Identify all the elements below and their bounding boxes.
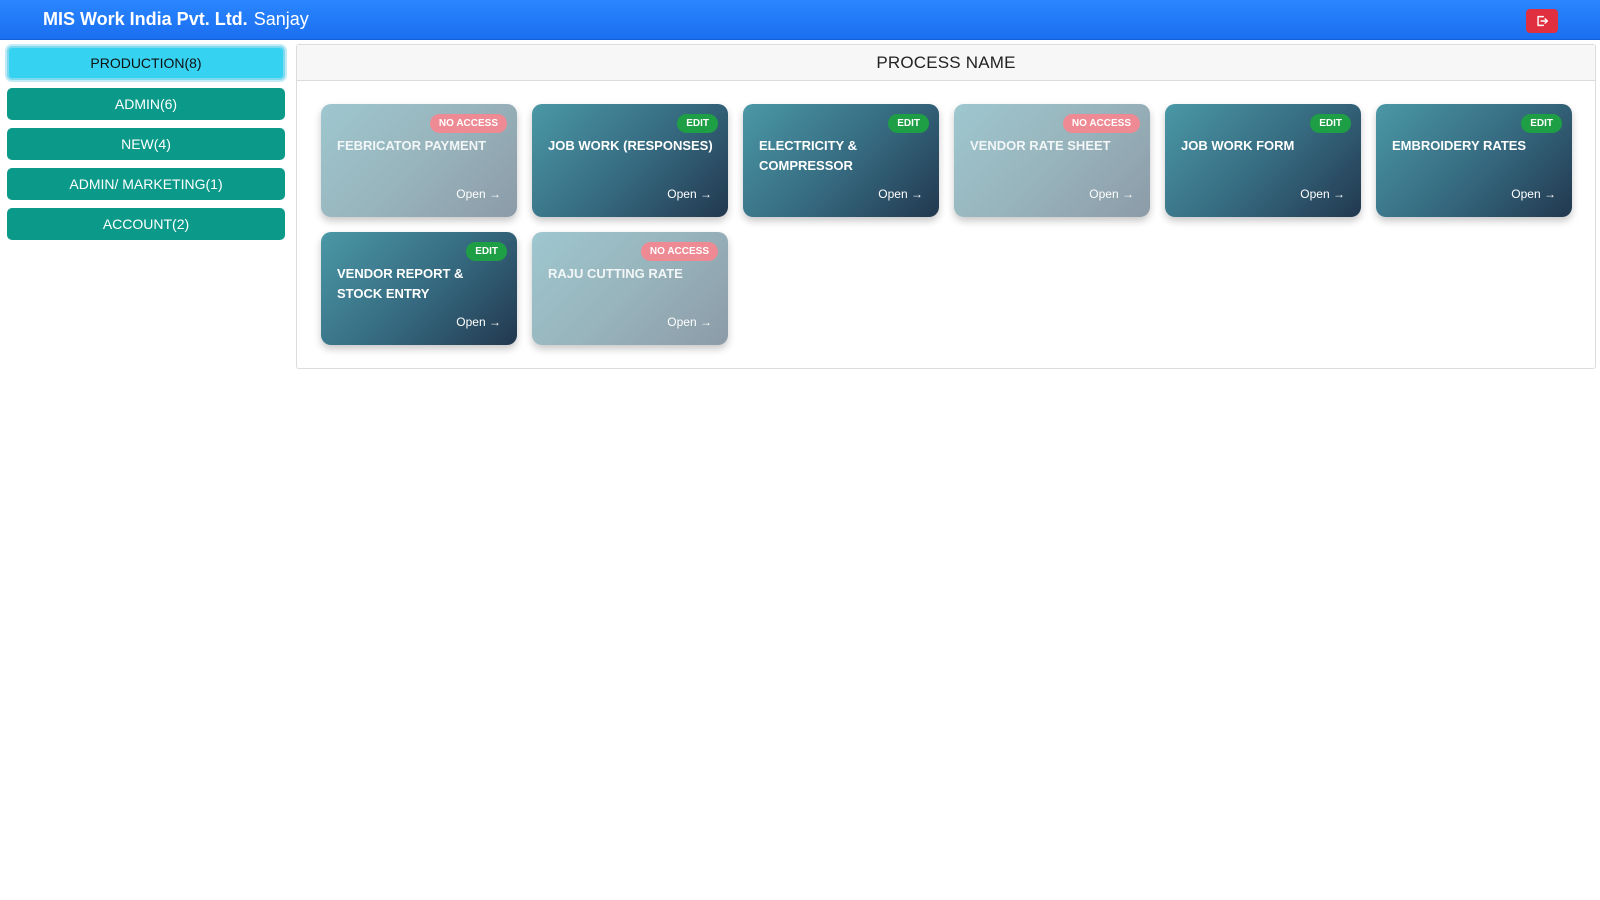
access-badge: EDIT [677, 114, 718, 133]
access-badge: EDIT [466, 242, 507, 261]
card-title: VENDOR RATE SHEET [970, 138, 1111, 153]
panel-title: PROCESS NAME [297, 45, 1595, 81]
user-name: Sanjay [253, 9, 309, 29]
process-card-febricator-payment[interactable]: NO ACCESS FEBRICATOR PAYMENT Open → [321, 104, 517, 217]
access-badge: NO ACCESS [640, 242, 718, 261]
access-badge: EDIT [1310, 114, 1351, 133]
sidebar-item-account[interactable]: ACCOUNT(2) [7, 208, 285, 240]
company-name: MIS Work India Pvt. Ltd. [43, 9, 248, 29]
sidebar-item-production[interactable]: PRODUCTION(8) [7, 46, 285, 80]
process-card-raju-cutting-rate[interactable]: NO ACCESS RAJU CUTTING RATE Open → [532, 232, 728, 345]
card-title: FEBRICATOR PAYMENT [337, 138, 487, 153]
open-link[interactable]: Open → [1089, 187, 1134, 201]
access-badge: EDIT [1521, 114, 1562, 133]
sidebar-item-admin[interactable]: ADMIN(6) [7, 88, 285, 120]
open-link[interactable]: Open → [1300, 187, 1345, 201]
process-card-job-work-responses[interactable]: EDIT JOB WORK (RESPONSES) Open → [532, 104, 728, 217]
sidebar-item-admin-marketing[interactable]: ADMIN/ MARKETING(1) [7, 168, 285, 200]
open-link[interactable]: Open → [1511, 187, 1556, 201]
card-title: JOB WORK (RESPONSES) [548, 138, 713, 153]
open-link[interactable]: Open → [456, 187, 501, 201]
logout-icon [1537, 15, 1548, 27]
card-title: JOB WORK FORM [1181, 138, 1295, 153]
process-card-embroidery-rates[interactable]: EDIT EMBROIDERY RATES Open → [1376, 104, 1572, 217]
open-link[interactable]: Open → [667, 187, 712, 201]
open-link[interactable]: Open → [667, 315, 712, 329]
process-card-electricity-compressor[interactable]: EDIT ELECTRICITY & COMPRESSOR Open → [743, 104, 939, 217]
process-panel: PROCESS NAME NO ACCESS FEBRICATOR PAYMEN… [296, 44, 1596, 369]
card-title: EMBROIDERY RATES [1392, 138, 1527, 153]
logout-button[interactable] [1526, 9, 1558, 33]
process-card-grid: NO ACCESS FEBRICATOR PAYMENT Open → EDIT… [321, 104, 1572, 345]
card-title: VENDOR REPORT & STOCK ENTRY [337, 266, 464, 301]
open-link[interactable]: Open → [456, 315, 501, 329]
brand: MIS Work India Pvt. Ltd. Sanjay [43, 9, 309, 30]
access-badge: NO ACCESS [1062, 114, 1140, 133]
sidebar: PRODUCTION(8) ADMIN(6) NEW(4) ADMIN/ MAR… [7, 46, 285, 248]
card-title: ELECTRICITY & COMPRESSOR [759, 138, 857, 173]
access-badge: NO ACCESS [429, 114, 507, 133]
process-card-job-work-form[interactable]: EDIT JOB WORK FORM Open → [1165, 104, 1361, 217]
top-navbar: MIS Work India Pvt. Ltd. Sanjay [0, 0, 1600, 40]
process-card-vendor-rate-sheet[interactable]: NO ACCESS VENDOR RATE SHEET Open → [954, 104, 1150, 217]
process-card-vendor-report-stock-entry[interactable]: EDIT VENDOR REPORT & STOCK ENTRY Open → [321, 232, 517, 345]
access-badge: EDIT [888, 114, 929, 133]
sidebar-item-new[interactable]: NEW(4) [7, 128, 285, 160]
open-link[interactable]: Open → [878, 187, 923, 201]
card-title: RAJU CUTTING RATE [548, 266, 683, 281]
